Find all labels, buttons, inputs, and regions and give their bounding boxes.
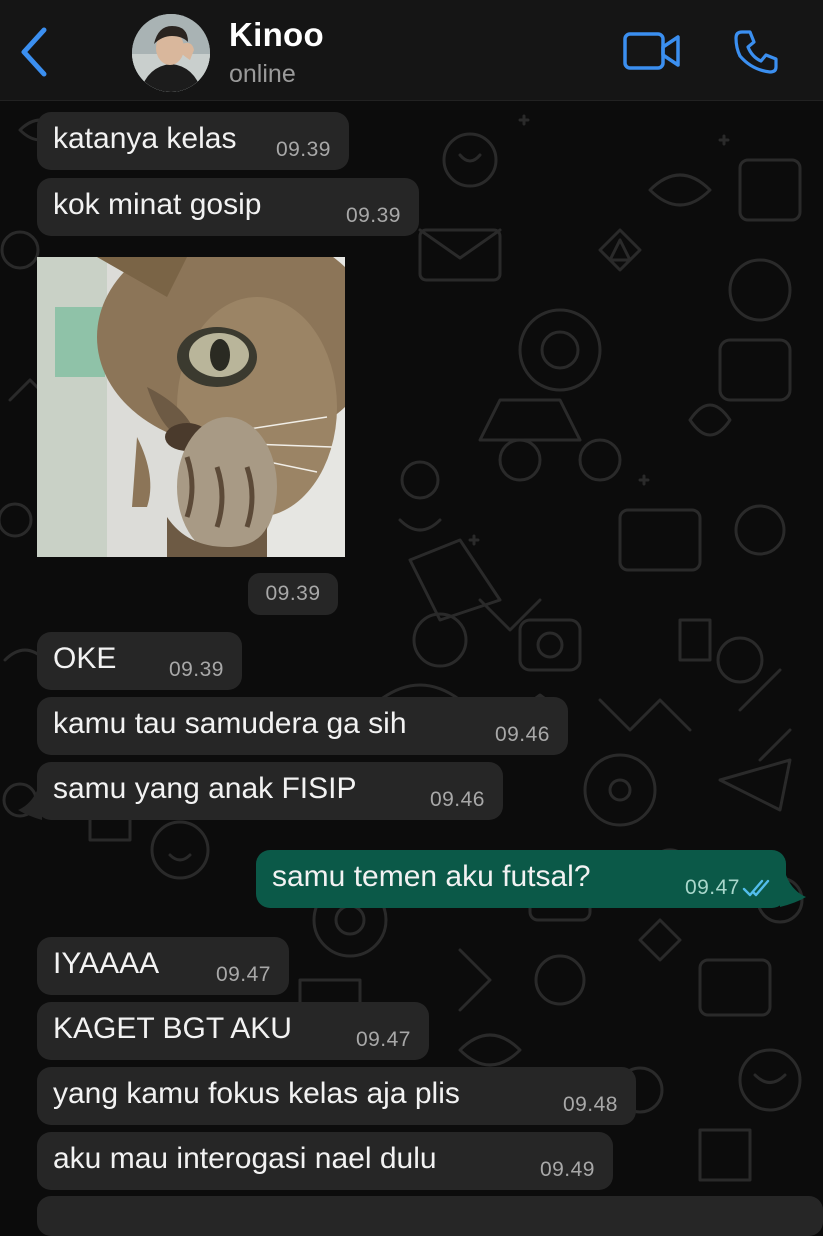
message-text: samu yang anak FISIP bbox=[53, 772, 357, 805]
bubble-tail bbox=[18, 788, 42, 820]
message-bubble-incoming[interactable]: yang kamu fokus kelas aja plis 09.48 bbox=[37, 1067, 636, 1125]
message-time: 09.49 bbox=[539, 1158, 595, 1181]
message-text: samu temen aku futsal? bbox=[272, 860, 591, 893]
message-bubble-incoming[interactable]: KAGET BGT AKU 09.47 bbox=[37, 1002, 429, 1060]
image-message[interactable] bbox=[37, 257, 345, 557]
message-time: 09.39 bbox=[345, 204, 401, 227]
message-text: katanya kelas bbox=[53, 122, 237, 155]
message-text: kok minat gosip bbox=[53, 188, 262, 221]
voice-call-button[interactable] bbox=[732, 28, 780, 76]
message-bubble-incoming[interactable]: kamu tau samudera ga sih 09.46 bbox=[37, 697, 568, 755]
contact-name[interactable]: Kinoo bbox=[229, 16, 324, 54]
video-camera-icon bbox=[623, 32, 680, 70]
chat-header: Kinoo online bbox=[0, 0, 823, 101]
message-text: OKE bbox=[53, 642, 117, 675]
message-bubble-incoming[interactable]: IYAAAA 09.47 bbox=[37, 937, 289, 995]
message-text: yang kamu fokus kelas aja plis bbox=[53, 1077, 460, 1110]
message-text: IYAAAA bbox=[53, 947, 160, 980]
image-message-time: 09.39 bbox=[248, 573, 338, 615]
message-bubble-incoming[interactable]: katanya kelas 09.39 bbox=[37, 112, 349, 170]
message-bubble-outgoing[interactable]: samu temen aku futsal? 09.47 bbox=[256, 850, 786, 908]
message-bubble-incoming[interactable]: OKE 09.39 bbox=[37, 632, 242, 690]
message-bubble-incoming[interactable]: kok minat gosip 09.39 bbox=[37, 178, 419, 236]
message-text: KAGET BGT AKU bbox=[53, 1012, 292, 1045]
message-bubble-incoming[interactable]: aku mau interogasi nael dulu 09.49 bbox=[37, 1132, 613, 1190]
message-time: 09.47 bbox=[355, 1028, 411, 1051]
avatar[interactable] bbox=[132, 14, 210, 92]
message-time: 09.46 bbox=[494, 723, 550, 746]
chevron-left-icon bbox=[21, 27, 47, 77]
message-time: 09.39 bbox=[275, 138, 331, 161]
message-time: 09.46 bbox=[429, 788, 485, 811]
message-bubble-incoming[interactable] bbox=[37, 1196, 823, 1236]
message-time: 09.39 bbox=[168, 658, 224, 681]
message-bubble-incoming[interactable]: samu yang anak FISIP 09.46 bbox=[37, 762, 503, 820]
back-button[interactable] bbox=[14, 24, 54, 80]
phone-icon bbox=[734, 30, 778, 74]
read-receipt-icon bbox=[742, 879, 770, 897]
message-time: 09.47 bbox=[215, 963, 271, 986]
message-text: aku mau interogasi nael dulu bbox=[53, 1142, 437, 1175]
bubble-tail bbox=[780, 875, 806, 907]
message-time: 09.48 bbox=[562, 1093, 618, 1116]
video-call-button[interactable] bbox=[622, 28, 682, 74]
message-time: 09.47 bbox=[684, 876, 740, 899]
profile-photo bbox=[132, 14, 210, 92]
message-text: kamu tau samudera ga sih bbox=[53, 707, 407, 740]
kitten-photo bbox=[37, 257, 345, 557]
contact-status: online bbox=[229, 60, 296, 88]
